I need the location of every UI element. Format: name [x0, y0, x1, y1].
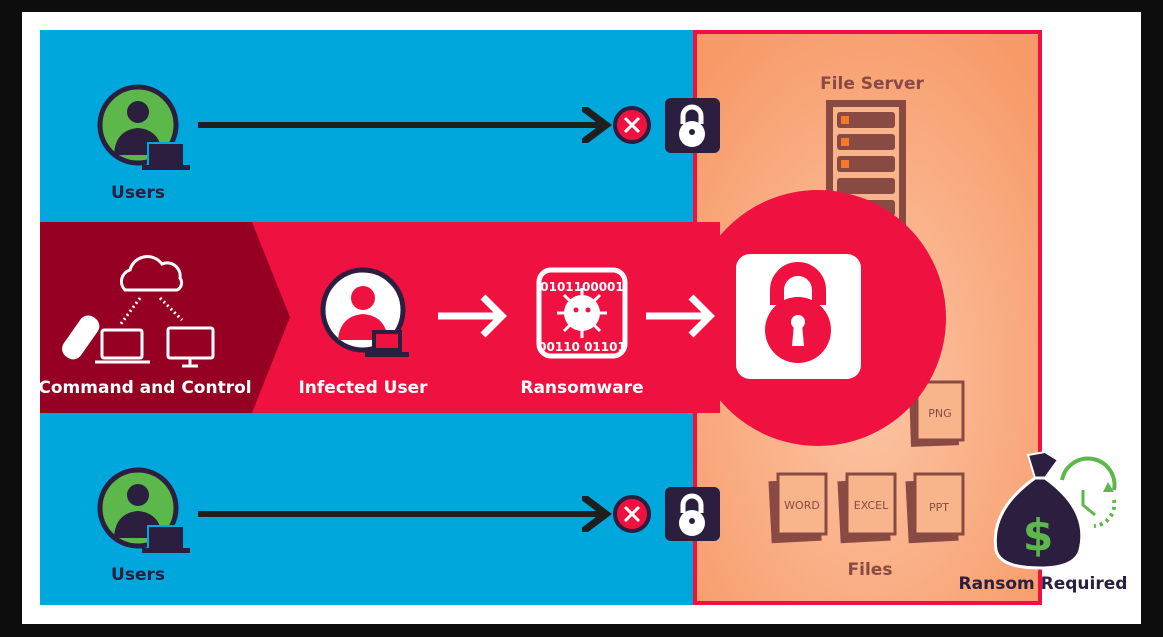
svg-text:PNG: PNG — [928, 407, 951, 420]
file-excel-icon: EXCEL — [837, 472, 897, 544]
encrypted-lock-icon — [736, 254, 861, 379]
blocked-icon-top — [613, 106, 651, 144]
svg-text:WORD: WORD — [784, 499, 820, 512]
ransomware-label: Ransomware — [520, 378, 643, 398]
ransom-required-label: Ransom Required — [959, 574, 1128, 594]
ransomware-diagram: File Server PNG WORD EXCEL PPT Files Com… — [22, 12, 1141, 624]
lock-icon-top — [665, 98, 720, 153]
file-ppt-icon: PPT — [905, 472, 965, 544]
users-label-top: Users — [111, 183, 165, 203]
file-server-label: File Server — [820, 74, 924, 94]
svg-text:EXCEL: EXCEL — [854, 499, 889, 512]
svg-text:00110 01101: 00110 01101 — [538, 340, 626, 354]
blocked-icon-bottom — [613, 495, 651, 533]
file-word-icon: WORD — [768, 472, 828, 544]
users-label-bottom: Users — [111, 565, 165, 585]
command-and-control-label: Command and Control — [38, 378, 251, 398]
files-label: Files — [848, 560, 893, 580]
lock-icon-bottom — [665, 487, 720, 541]
svg-text:$: $ — [1023, 510, 1054, 561]
infected-user-label: Infected User — [298, 378, 428, 398]
svg-text:PPT: PPT — [929, 501, 949, 514]
